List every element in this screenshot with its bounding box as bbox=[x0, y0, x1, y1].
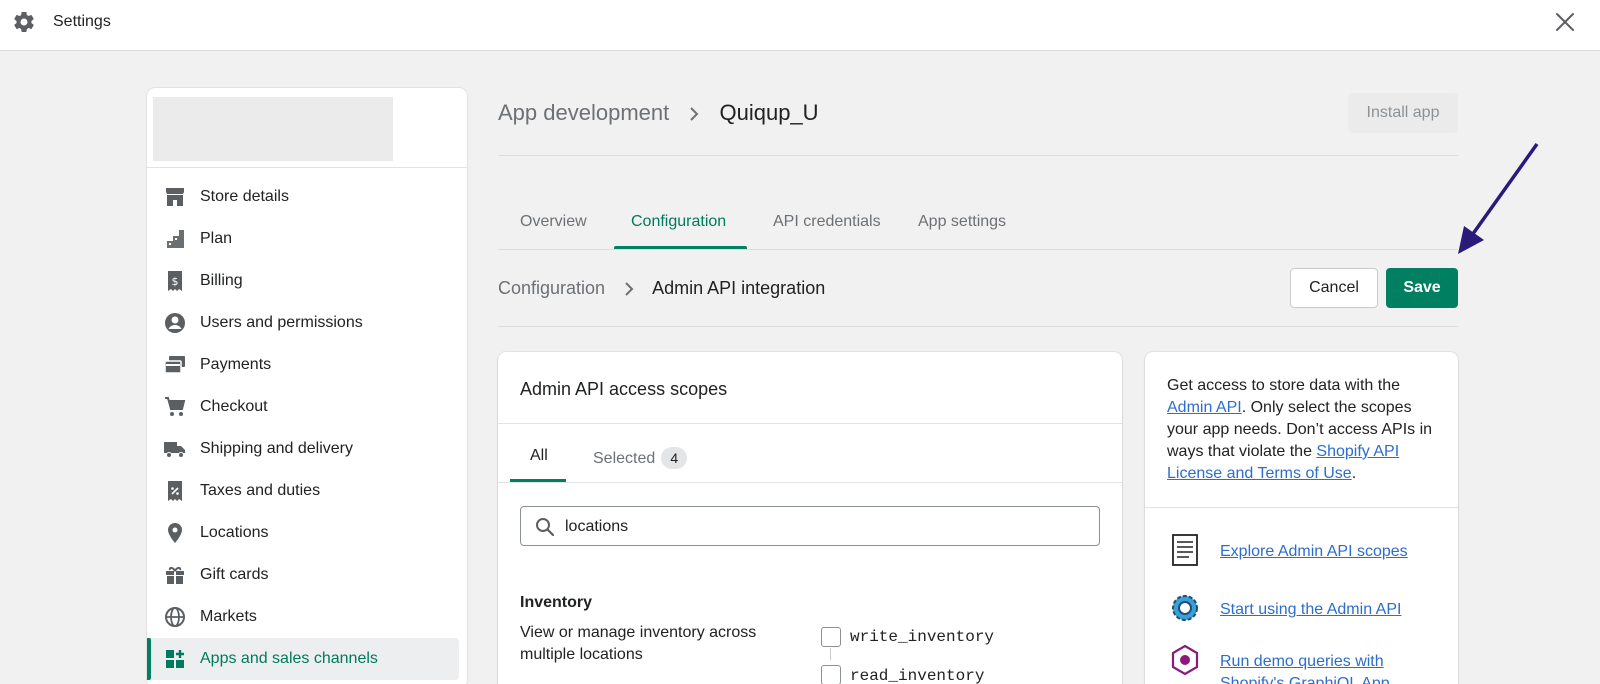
sidebar-item-locations[interactable]: Locations bbox=[147, 512, 467, 554]
scope-search-field[interactable] bbox=[520, 506, 1100, 546]
divider bbox=[498, 482, 1122, 483]
search-icon bbox=[536, 518, 555, 537]
sidebar-item-shipping[interactable]: Shipping and delivery bbox=[147, 428, 467, 470]
tab-selected-label: Selected bbox=[593, 450, 656, 467]
checkbox-write-inventory[interactable] bbox=[821, 627, 841, 647]
sidebar-item-label: Payments bbox=[200, 356, 272, 373]
sidebar-item-users[interactable]: Users and permissions bbox=[147, 302, 467, 344]
resource-item: Run demo queries with Shopify's GraphiQL… bbox=[1167, 642, 1457, 684]
cancel-button[interactable]: Cancel bbox=[1290, 268, 1378, 308]
window-title: Settings bbox=[53, 13, 111, 30]
admin-api-link[interactable]: Admin API bbox=[1167, 399, 1242, 416]
section-title: Admin API integration bbox=[652, 278, 826, 298]
graphiql-demo-link[interactable]: Run demo queries with Shopify's GraphiQL… bbox=[1220, 651, 1450, 684]
sidebar-nav: Store details Plan $ Billing Users and p… bbox=[147, 168, 467, 680]
sidebar-item-payments[interactable]: Payments bbox=[147, 344, 467, 386]
sidebar-item-label: Markets bbox=[200, 608, 257, 625]
page-breadcrumb: App development Quiqup_U bbox=[498, 100, 819, 126]
sidebar-item-markets[interactable]: Markets bbox=[147, 596, 467, 638]
sidebar-item-label: Store details bbox=[200, 188, 289, 205]
help-text: Get access to store data with the Admin … bbox=[1167, 375, 1447, 485]
help-card: Get access to store data with the Admin … bbox=[1145, 352, 1458, 684]
close-icon[interactable] bbox=[1553, 10, 1577, 34]
divider bbox=[498, 155, 1458, 156]
divider bbox=[1145, 507, 1458, 508]
breadcrumb-configuration-link[interactable]: Configuration bbox=[498, 278, 605, 298]
checkbox-label: write_inventory bbox=[850, 628, 995, 646]
user-icon bbox=[165, 313, 185, 333]
search-input[interactable] bbox=[565, 515, 1085, 539]
connector-line bbox=[830, 648, 831, 660]
sidebar-item-checkout[interactable]: Checkout bbox=[147, 386, 467, 428]
sidebar-item-label: Shipping and delivery bbox=[200, 440, 353, 457]
store-icon bbox=[166, 188, 184, 206]
start-admin-api-link[interactable]: Start using the Admin API bbox=[1220, 599, 1450, 621]
sidebar-item-gift-cards[interactable]: Gift cards bbox=[147, 554, 467, 596]
plan-icon bbox=[167, 230, 184, 248]
truck-icon bbox=[164, 442, 185, 458]
document-icon bbox=[1172, 534, 1198, 566]
svg-text:$: $ bbox=[172, 275, 179, 288]
save-button[interactable]: Save bbox=[1386, 268, 1458, 308]
resource-item: Explore Admin API scopes bbox=[1167, 532, 1457, 572]
apps-icon bbox=[166, 650, 184, 668]
globe-icon bbox=[165, 607, 185, 627]
window-header: Settings bbox=[0, 0, 1600, 51]
divider bbox=[498, 423, 1122, 424]
explore-scopes-link[interactable]: Explore Admin API scopes bbox=[1220, 541, 1450, 563]
tax-icon bbox=[168, 481, 182, 501]
graphql-icon bbox=[1171, 644, 1199, 676]
sidebar-item-billing[interactable]: $ Billing bbox=[147, 260, 467, 302]
config-breadcrumb: Configuration Admin API integration bbox=[498, 278, 825, 299]
sidebar-item-store-details[interactable]: Store details bbox=[147, 176, 467, 218]
gear-icon bbox=[14, 12, 34, 33]
tab-configuration[interactable]: Configuration bbox=[631, 213, 726, 231]
active-tab-indicator bbox=[614, 246, 747, 249]
chevron-right-icon bbox=[625, 282, 634, 296]
sidebar-item-label: Taxes and duties bbox=[200, 482, 321, 499]
sidebar-item-label: Plan bbox=[200, 230, 233, 247]
sidebar-item-label: Billing bbox=[200, 272, 243, 289]
tab-overview[interactable]: Overview bbox=[520, 213, 587, 231]
sidebar-item-label: Gift cards bbox=[200, 566, 269, 583]
tab-api-credentials[interactable]: API credentials bbox=[773, 213, 881, 231]
page-title: Quiqup_U bbox=[719, 100, 819, 125]
checkbox-label: read_inventory bbox=[850, 667, 985, 684]
location-pin-icon bbox=[168, 523, 182, 543]
annotation-arrow-icon bbox=[1458, 142, 1539, 254]
payments-icon bbox=[164, 356, 185, 374]
sidebar-item-apps[interactable]: Apps and sales channels bbox=[147, 638, 459, 680]
breadcrumb-parent-link[interactable]: App development bbox=[498, 100, 669, 125]
settings-sidebar: Store details Plan $ Billing Users and p… bbox=[147, 88, 467, 684]
divider bbox=[498, 326, 1458, 327]
sidebar-item-label: Locations bbox=[200, 524, 269, 541]
tab-selected[interactable]: Selected 4 bbox=[593, 447, 688, 469]
billing-icon: $ bbox=[168, 271, 182, 291]
gift-icon bbox=[166, 566, 184, 584]
selected-count-badge: 4 bbox=[661, 447, 688, 469]
tab-app-settings[interactable]: App settings bbox=[918, 213, 1006, 231]
cog-icon bbox=[1172, 595, 1198, 621]
cart-icon bbox=[165, 397, 186, 416]
access-scopes-card: Admin API access scopes All Selected 4 In… bbox=[498, 352, 1122, 684]
store-logo-placeholder bbox=[153, 97, 393, 161]
chevron-right-icon bbox=[690, 107, 699, 121]
store-header bbox=[147, 88, 467, 168]
checkbox-read-inventory[interactable] bbox=[821, 665, 841, 684]
scope-section-title: Inventory bbox=[520, 594, 593, 611]
help-text-part: . bbox=[1351, 465, 1357, 482]
tab-all[interactable]: All bbox=[530, 447, 548, 465]
sidebar-item-taxes[interactable]: Taxes and duties bbox=[147, 470, 467, 512]
app-tabs: Overview Configuration API credentials A… bbox=[498, 205, 1458, 250]
scope-section-description: View or manage inventory across multiple… bbox=[520, 624, 757, 663]
sidebar-item-plan[interactable]: Plan bbox=[147, 218, 467, 260]
sidebar-item-label: Checkout bbox=[200, 398, 268, 415]
install-app-button[interactable]: Install app bbox=[1348, 93, 1458, 133]
sidebar-item-label: Users and permissions bbox=[200, 314, 363, 331]
resource-item: Start using the Admin API bbox=[1167, 590, 1457, 630]
card-title: Admin API access scopes bbox=[520, 379, 728, 399]
help-text-part: Get access to store data with the bbox=[1167, 377, 1401, 394]
sidebar-item-label: Apps and sales channels bbox=[200, 650, 378, 667]
